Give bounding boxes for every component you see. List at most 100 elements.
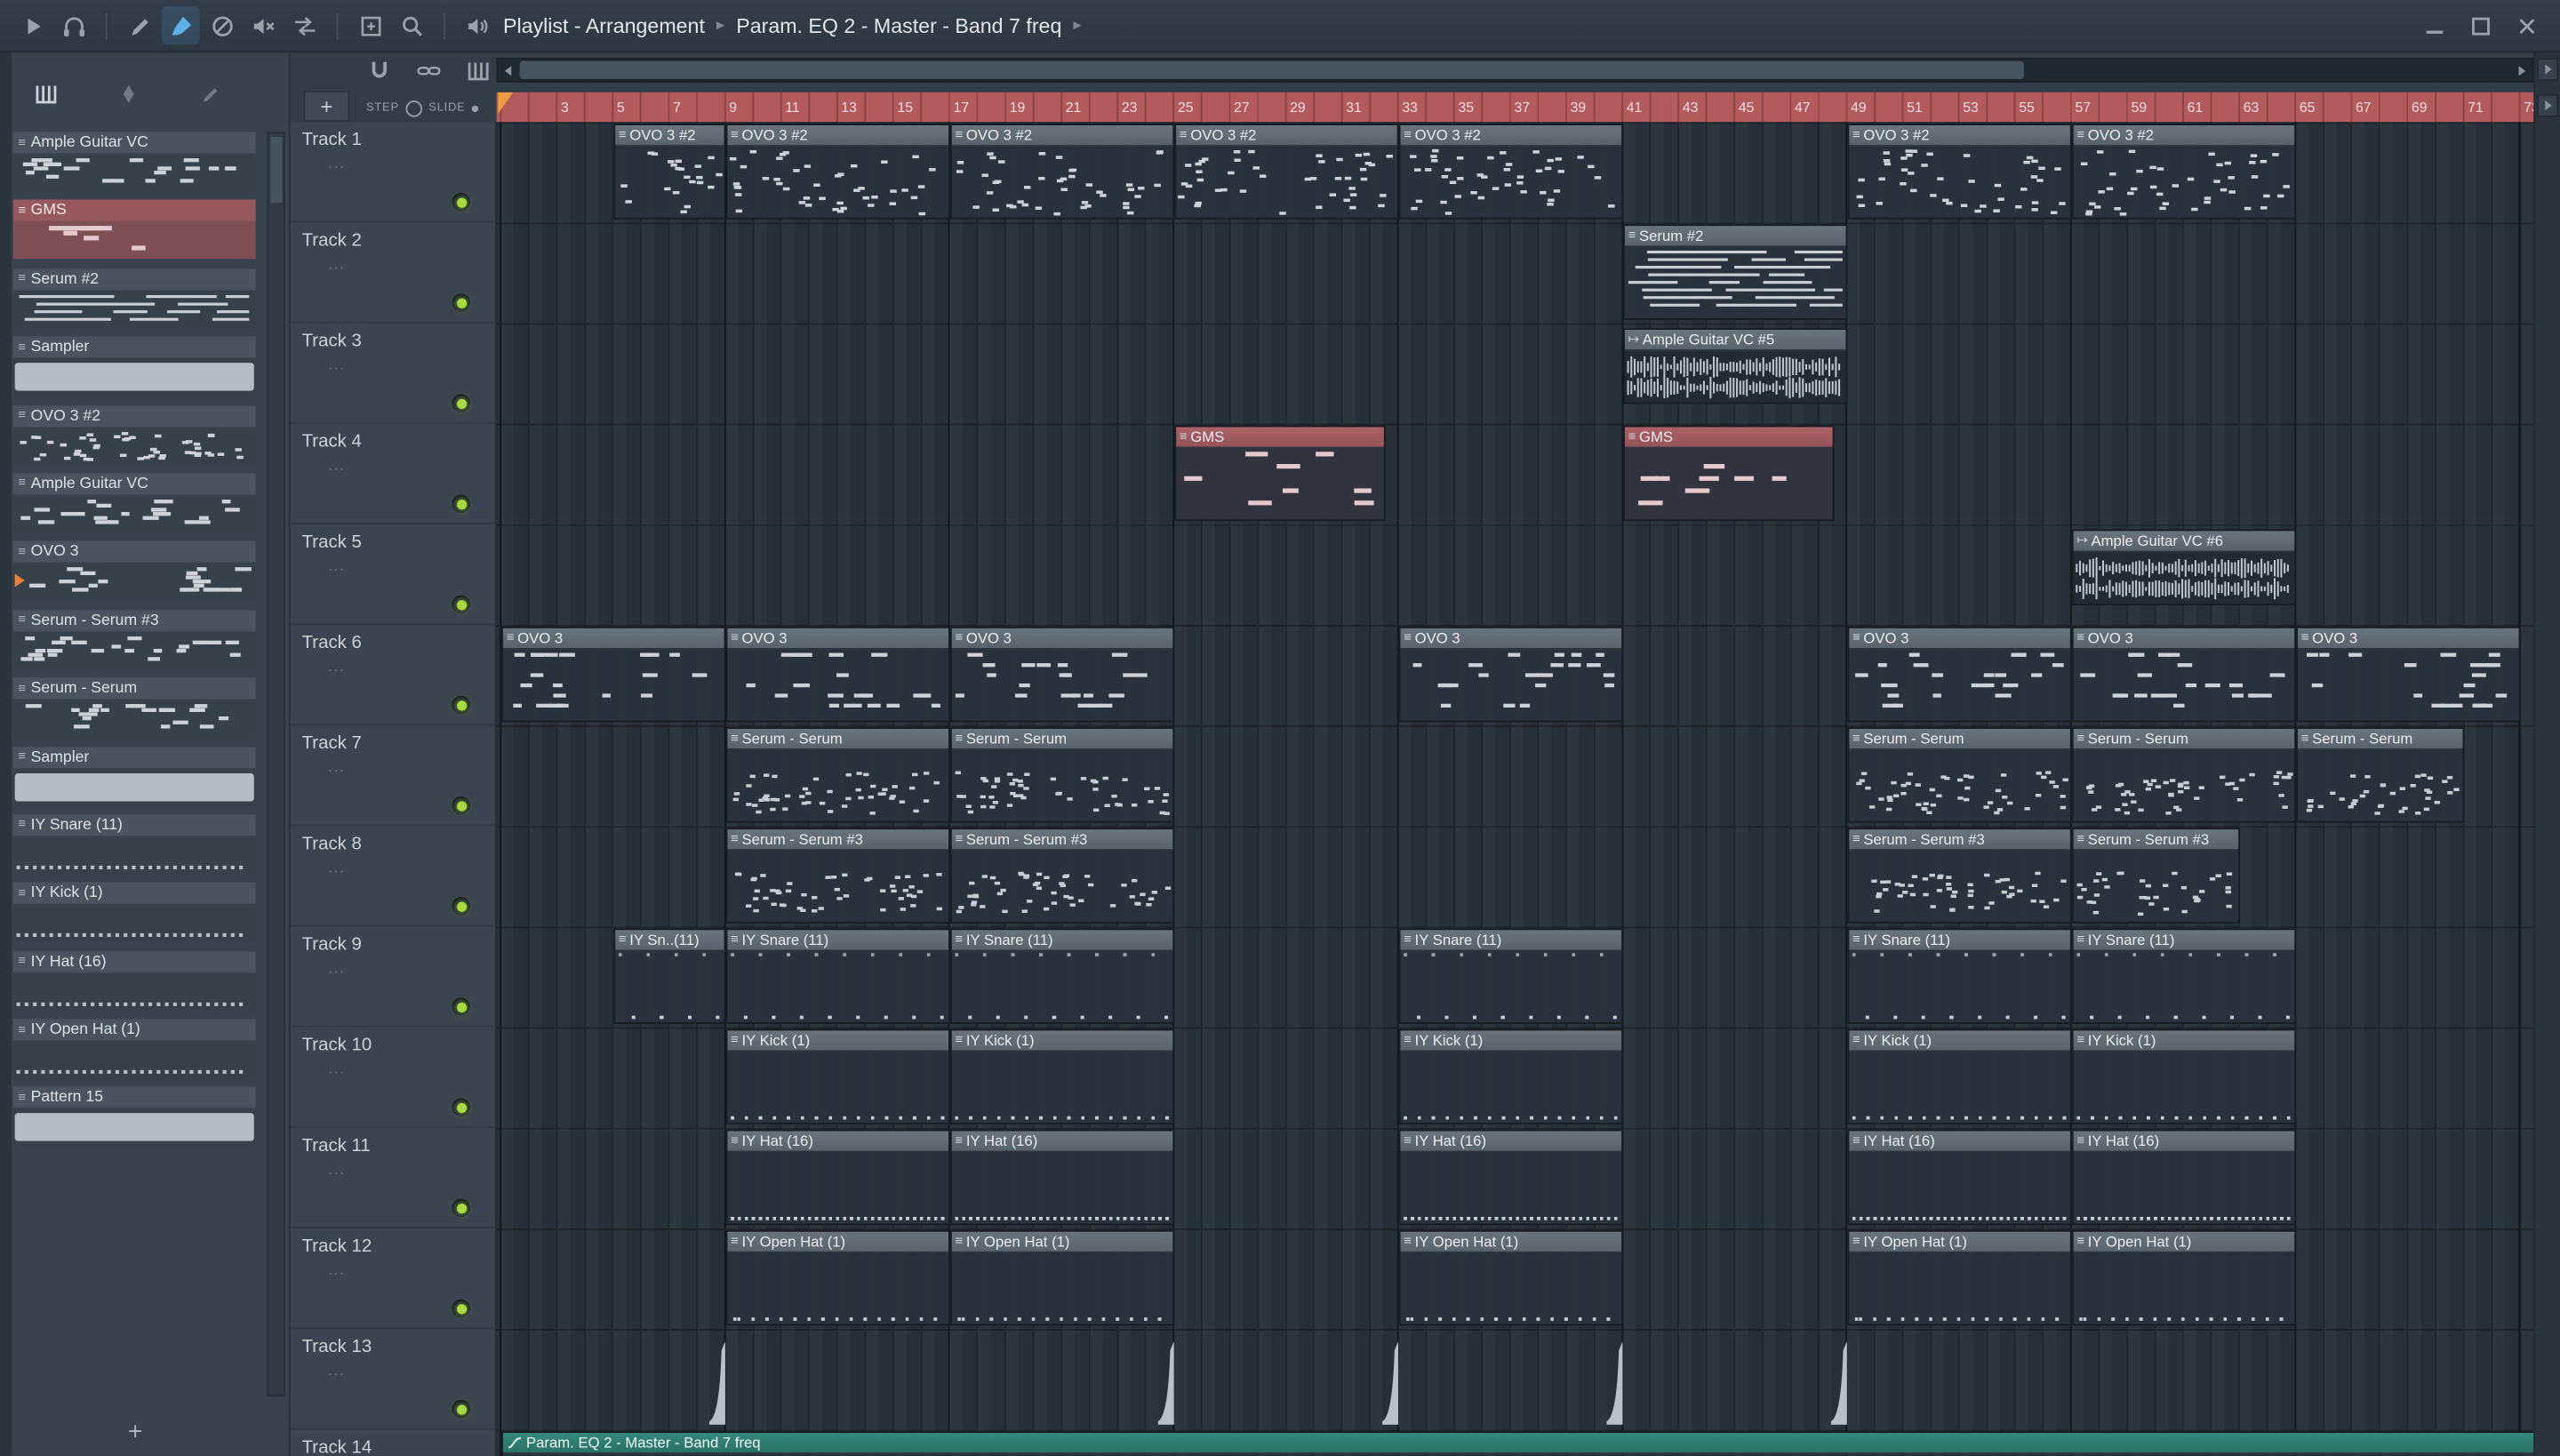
track-name[interactable]: Track 2 (302, 231, 362, 251)
pattern-clip[interactable]: ≡ OVO 3 (949, 626, 1175, 723)
pattern-clip[interactable]: ≡ IY Snare (11) (1847, 928, 2072, 1024)
pattern-clip[interactable]: ≡ IY Snare (11) (725, 928, 950, 1024)
pattern-item[interactable]: ≡ Ample Guitar VC (12, 132, 256, 192)
pattern-clip[interactable]: ≡ GMS (1623, 425, 1834, 522)
paint-tool-button[interactable] (161, 6, 200, 45)
scroll-left-button[interactable] (498, 60, 517, 81)
slide-toggle[interactable] (471, 104, 479, 112)
pattern-clip[interactable]: ≡ OVO 3 #2 (725, 124, 950, 220)
track-header[interactable]: Track 1... (290, 122, 495, 223)
track-header[interactable]: Track 3... (290, 324, 495, 424)
track-header[interactable]: Track 4... (290, 424, 495, 524)
pattern-clip[interactable]: ≡ IY Sn..(11) (613, 928, 726, 1024)
step-toggle[interactable] (405, 100, 422, 116)
pattern-clip[interactable]: ≡ Serum - Serum (1847, 727, 2072, 823)
pattern-clip[interactable]: ≡ IY Open Hat (1) (2071, 1229, 2297, 1326)
pattern-clip[interactable]: ≡ IY Open Hat (1) (949, 1229, 1175, 1326)
pattern-clip[interactable]: ≡ Serum - Serum #3 (725, 828, 950, 924)
pattern-item[interactable]: ≡ Serum - Serum (12, 677, 256, 738)
track-led[interactable] (452, 1098, 470, 1116)
track-led[interactable] (452, 293, 470, 312)
track-led[interactable] (452, 1399, 470, 1419)
automation-spike-clip[interactable] (1606, 1337, 1623, 1426)
pattern-item[interactable]: ≡ Ample Guitar VC (12, 473, 256, 533)
pattern-clip[interactable]: ≡ IY Hat (16) (1847, 1129, 2072, 1226)
track-led[interactable] (452, 595, 470, 614)
pattern-item[interactable]: ≡ IY Hat (16) (12, 950, 256, 1011)
pattern-clip[interactable]: ≡ OVO 3 #2 (2071, 124, 2297, 220)
close-button[interactable] (2514, 12, 2540, 39)
track-header[interactable]: Track 9... (290, 927, 495, 1028)
minimize-button[interactable] (2421, 12, 2448, 39)
zoom-tool-button[interactable] (351, 6, 389, 44)
pattern-clip[interactable]: ≡ Serum #2 (1623, 224, 1848, 320)
pattern-clip[interactable]: ≡ IY Hat (16) (2071, 1129, 2297, 1226)
diamond-button[interactable] (116, 81, 145, 110)
track-name[interactable]: Track 9 (302, 935, 362, 955)
audio-clip[interactable]: ↦ Ample Guitar VC #6 (2071, 529, 2297, 605)
automation-spike-clip[interactable] (1382, 1337, 1399, 1426)
pattern-item[interactable]: ≡ GMS (12, 200, 256, 260)
pattern-item[interactable]: ≡ Sampler (12, 746, 256, 806)
track-header[interactable]: Track 6... (290, 625, 495, 726)
pattern-clip[interactable]: ≡ IY Hat (16) (949, 1129, 1175, 1226)
pattern-item[interactable]: ≡ IY Snare (11) (12, 814, 256, 874)
pattern-clip[interactable]: ≡ IY Kick (1) (725, 1028, 950, 1125)
pattern-clip[interactable]: ≡ IY Hat (16) (1398, 1129, 1624, 1226)
pattern-clip[interactable]: ≡ IY Snare (11) (949, 928, 1175, 1024)
pattern-item[interactable]: ≡ Serum - Serum #3 (12, 609, 256, 669)
pattern-clip[interactable]: ≡ OVO 3 (2071, 626, 2297, 723)
pattern-clip[interactable]: ≡ IY Snare (11) (1398, 928, 1624, 1024)
pattern-clip[interactable]: ≡ IY Open Hat (1) (1398, 1229, 1624, 1326)
pattern-item[interactable]: ≡ IY Kick (1) (12, 882, 256, 942)
pattern-clip[interactable]: ≡ Serum - Serum (2296, 727, 2465, 823)
add-track-button[interactable]: + (303, 91, 350, 123)
pattern-clip[interactable]: ≡ IY Hat (16) (725, 1129, 950, 1226)
pattern-clip[interactable]: ≡ OVO 3 #2 (1847, 124, 2072, 220)
track-led[interactable] (452, 494, 470, 513)
pattern-item[interactable]: ≡ Sampler (12, 336, 256, 396)
pattern-clip[interactable]: ≡ IY Kick (1) (2071, 1028, 2297, 1125)
track-header[interactable]: Track 13... (290, 1329, 495, 1430)
pattern-clip[interactable]: ≡ IY Open Hat (1) (725, 1229, 950, 1326)
delete-tool-button[interactable] (203, 6, 241, 44)
track-led[interactable] (452, 997, 470, 1016)
pencil-button[interactable] (198, 81, 228, 110)
slip-tool-button[interactable] (285, 6, 324, 44)
hscroll-end-button[interactable] (2537, 57, 2559, 81)
pattern-clip[interactable]: ≡ OVO 3 (725, 626, 950, 723)
automation-spike-clip[interactable] (1830, 1337, 1848, 1426)
pattern-clip[interactable]: ≡ IY Kick (1) (1847, 1028, 2072, 1125)
track-header[interactable]: Track 5... (290, 524, 495, 626)
track-header[interactable]: Track 7... (290, 725, 495, 827)
draw-tool-button[interactable] (120, 6, 158, 44)
speaker-button[interactable] (459, 6, 497, 44)
pattern-item[interactable]: ≡ Serum #2 (12, 268, 256, 328)
playlist-grid[interactable]: ≡ OVO 3 #2 ≡ OVO 3 #2 ≡ OVO 3 #2 ≡ OVO 3 #2 ≡ OVO… (496, 122, 2534, 1456)
pattern-grid-button[interactable] (33, 81, 62, 110)
pattern-clip[interactable]: ≡ Serum - Serum (2071, 727, 2297, 823)
track-led[interactable] (452, 193, 470, 212)
pattern-clip[interactable]: ≡ OVO 3 (1847, 626, 2072, 723)
play-button[interactable] (13, 6, 52, 44)
track-led[interactable] (452, 897, 470, 916)
pattern-clip[interactable]: ≡ Serum - Serum (725, 727, 950, 823)
magnet-button[interactable] (366, 58, 395, 86)
track-led[interactable] (452, 796, 470, 815)
track-name[interactable]: Track 10 (302, 1036, 372, 1055)
pattern-clip[interactable]: ≡ IY Kick (1) (949, 1028, 1175, 1125)
automation-clip[interactable]: Param. EQ 2 - Master - Band 7 freq (501, 1431, 2534, 1456)
track-name[interactable]: Track 8 (302, 835, 362, 854)
pattern-item[interactable]: ≡ Pattern 15 (12, 1087, 256, 1148)
playhead-marker[interactable] (498, 92, 514, 114)
pattern-clip[interactable]: ≡ OVO 3 #2 (1398, 124, 1624, 220)
track-header[interactable]: Track 2... (290, 222, 495, 324)
pattern-clip[interactable]: ≡ IY Open Hat (1) (1847, 1229, 2072, 1326)
pattern-clip[interactable]: ≡ OVO 3 (1398, 626, 1624, 723)
horizontal-scrollbar-handle[interactable] (519, 60, 2024, 80)
headphones-button[interactable] (54, 6, 92, 44)
pattern-scrollbar-handle[interactable] (270, 136, 283, 204)
pattern-list-scrollbar[interactable] (267, 132, 286, 1397)
pattern-clip[interactable]: ≡ Serum - Serum #3 (2071, 828, 2241, 924)
pattern-clip[interactable]: ≡ OVO 3 #2 (1174, 124, 1399, 220)
